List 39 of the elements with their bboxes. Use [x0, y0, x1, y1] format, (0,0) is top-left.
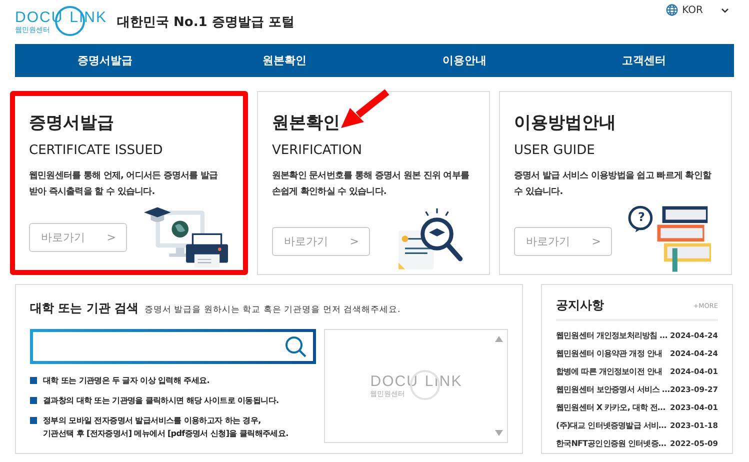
language-selector[interactable]: KOR	[666, 4, 729, 16]
search-icon[interactable]	[285, 336, 308, 358]
search-hint: 증명서 발급을 원하시는 학교 혹은 기관명을 먼저 검색해주세요.	[144, 304, 400, 316]
bullet-icon	[30, 417, 37, 424]
card-title: 증명서발급	[29, 112, 115, 134]
card-subtitle: USER GUIDE	[514, 143, 596, 158]
annotation-arrow	[338, 89, 390, 131]
card-description: 증명서 발급 서비스 이용방법을 쉽고 빠르게 확인할 수 있습니다.	[514, 170, 711, 199]
card-title: 이용방법안내	[514, 112, 617, 134]
notice-link[interactable]: 합병에 따른 개인정보이전 안내	[556, 365, 662, 379]
notice-link[interactable]: 한국NFT공인인증원 인터넷증…	[556, 437, 666, 451]
note-text: 정부의 모바일 전자증명서 발급서비스를 이용하고자 하는 경우, 기관선택 후 [전자증명서] 메뉴에서 [pdf증명서 신청]을 클릭해주세요.	[43, 415, 288, 440]
notice-link[interactable]: 웹민원센터 보안증명서 서비스 …	[556, 383, 670, 397]
site-tagline: 대한민국 No.1 증명발급 포털	[117, 14, 294, 31]
bullet-icon	[30, 377, 37, 384]
notice-link[interactable]: 웹민원센터 X 카카오, 대학 전…	[556, 401, 666, 415]
card-title: 원본확인	[272, 112, 341, 134]
chevron-down-icon	[721, 8, 729, 12]
nav-menu-item[interactable]: 고객센터	[554, 44, 734, 77]
note-text: 결과창의 대학 또는 기관명을 클릭하시면 해당 사이트로 이동됩니다.	[43, 395, 279, 407]
card-subtitle: CERTIFICATE ISSUED	[29, 143, 164, 158]
nav-menu-item[interactable]: 원본확인	[194, 44, 374, 77]
notice-link[interactable]: 웹민원센터 개인정보처리방침 …	[556, 329, 668, 343]
notice-link[interactable]: 웹민원센터 이용약관 개정 안내	[556, 347, 662, 361]
bullet-icon	[30, 397, 37, 404]
card-subtitle: VERIFICATION	[272, 143, 363, 158]
logo-text: LINK	[424, 373, 462, 390]
logo-text: DOCU	[370, 373, 418, 390]
globe-icon	[666, 4, 678, 16]
question-mark: ?	[638, 210, 645, 224]
card-description: 원본확인 문서번호를 통해 증명서 원본 진위 여부를 손쉽게 확인하실 수 있습니다.	[272, 170, 469, 199]
search-field[interactable]	[30, 329, 316, 364]
nav-menu-item[interactable]: 증명서발급	[15, 44, 195, 77]
section-title: 공지사항	[556, 297, 604, 314]
nav-menu-item[interactable]: 이용안내	[374, 44, 554, 77]
section-title: 대학 또는 기관 검색	[30, 300, 139, 317]
note-text: 대학 또는 기관명은 두 글자 이상 입력해 주세요.	[43, 375, 210, 387]
notice-link[interactable]: (주)대교 인터넷증명발급 서비…	[556, 419, 666, 433]
card-description: 웹민원센터를 통해 언제, 어디서든 증명서를 발급 받아 즉시출력을 할 수 있습니다.	[29, 170, 219, 199]
